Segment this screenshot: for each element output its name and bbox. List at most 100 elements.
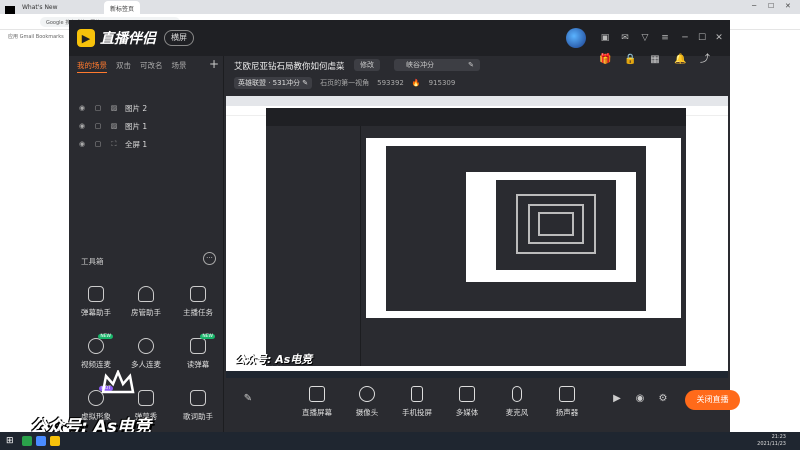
tool-multi-mic[interactable]: 多人连麦 bbox=[121, 338, 171, 370]
maximize-icon[interactable]: ☐ bbox=[768, 2, 774, 10]
lock-icon[interactable]: ▢ bbox=[93, 140, 103, 148]
frame bbox=[538, 212, 574, 236]
clock-date: 2021/11/23 bbox=[757, 441, 786, 447]
settings-icon[interactable]: ⚙ bbox=[657, 393, 669, 405]
tab-scene-3[interactable]: 可改名 bbox=[140, 60, 163, 73]
menu-icon[interactable]: ≡ bbox=[659, 32, 671, 44]
danmaku-show-icon bbox=[138, 390, 154, 406]
game-tag[interactable]: 英雄联盟 · 531冲分 ✎ bbox=[234, 77, 313, 89]
preview-nested-screen bbox=[366, 138, 681, 318]
preview-nested-screen-2 bbox=[466, 172, 636, 282]
tool-read-danmaku[interactable]: NEW 读弹幕 bbox=[173, 334, 223, 370]
tool-camera[interactable]: 摄像头 bbox=[342, 386, 392, 418]
left-panel: 我的场景 双击 可改名 场景 + ◉ ▢ ▨ 图片 2 ◉ ▢ ▨ 图片 1 ◉… bbox=[69, 56, 224, 432]
layer-item[interactable]: ◉ ▢ ▨ 图片 1 bbox=[77, 118, 147, 134]
heat-value: 915309 bbox=[428, 79, 456, 87]
speaker-icon bbox=[559, 386, 575, 402]
eye-icon[interactable]: ◉ bbox=[634, 393, 646, 405]
tool-label: 房管助手 bbox=[131, 308, 161, 317]
windows-start-icon[interactable]: ⊞ bbox=[6, 436, 16, 446]
category-field[interactable]: 峡谷冲分 ✎ bbox=[394, 59, 480, 71]
stream-preview[interactable]: 公众号: As电竞 手游端游PW尽在掌握 bbox=[226, 96, 728, 378]
tool-admin-helper[interactable]: 房管助手 bbox=[121, 286, 171, 318]
tool-video-mic[interactable]: NEW 视频连麦 bbox=[71, 334, 121, 370]
folder-icon[interactable] bbox=[50, 436, 60, 446]
layer-label: 图片 1 bbox=[125, 121, 148, 131]
tool-lyrics-helper[interactable]: 歌词助手 bbox=[173, 390, 223, 422]
close-icon[interactable]: ✕ bbox=[785, 2, 791, 10]
fullscreen-icon: ⛶ bbox=[111, 139, 117, 148]
lyrics-icon bbox=[190, 390, 206, 406]
lock-icon[interactable]: 🔒 bbox=[624, 54, 636, 66]
add-scene-icon[interactable]: + bbox=[209, 57, 219, 71]
browser-tab-whats-new[interactable]: What's New bbox=[16, 1, 64, 14]
gift-icon[interactable]: 🎁 bbox=[599, 54, 611, 66]
edit-title-button[interactable]: 修改 bbox=[354, 59, 380, 71]
layer-item[interactable]: ◉ ▢ ▨ 图片 2 bbox=[77, 100, 147, 116]
tool-speaker[interactable]: 扬声器 bbox=[542, 386, 592, 418]
orientation-mode-button[interactable]: 横屏 bbox=[164, 30, 194, 46]
close-icon[interactable]: ✕ bbox=[713, 32, 725, 44]
taskbar-clock: 21:23 2021/11/23 bbox=[757, 434, 786, 448]
minimize-icon[interactable]: ─ bbox=[679, 32, 691, 44]
preview-nested-app-2 bbox=[496, 180, 616, 270]
app-window: ▶ 直播伴侣 横屏 ▣ ✉ ▽ ≡ ─ ☐ ✕ 我的场景 双击 可改名 场景 +… bbox=[69, 20, 740, 432]
mail-icon[interactable]: ✉ bbox=[619, 32, 631, 44]
tool-microphone[interactable]: 麦克风 bbox=[492, 386, 542, 418]
lock-icon[interactable]: ▢ bbox=[93, 104, 103, 112]
stop-live-button[interactable]: 关闭直播 bbox=[685, 390, 740, 410]
brush-icon[interactable]: ✎ bbox=[242, 393, 254, 405]
game-tag-label: 英雄联盟 · 531冲分 bbox=[238, 79, 301, 87]
phone-cast-icon bbox=[411, 386, 423, 402]
preview-taskbar bbox=[226, 371, 728, 378]
visibility-icon[interactable]: ◉ bbox=[77, 140, 87, 148]
wechat-icon[interactable] bbox=[22, 436, 32, 446]
bottom-tool-label: 摄像头 bbox=[355, 408, 379, 417]
minimize-icon[interactable]: ─ bbox=[752, 2, 756, 10]
layer-item[interactable]: ◉ ▢ ⛶ 全屏 1 bbox=[77, 136, 147, 152]
media-icon bbox=[459, 386, 475, 402]
tool-phone-cast[interactable]: 手机投屏 bbox=[392, 386, 442, 418]
browser-tab-new-tab[interactable]: 新标签页 bbox=[104, 1, 141, 14]
bell-icon[interactable]: 🔔 bbox=[674, 54, 686, 66]
crown-icon bbox=[101, 370, 135, 394]
layout-icon[interactable]: ▦ bbox=[649, 54, 661, 66]
bottom-toolbar: ✎ 直播屏幕 摄像头 手机投屏 多媒体 麦克风 扬声器 ▶ ◉ ⚙ 关闭直播 bbox=[224, 378, 740, 432]
more-icon[interactable]: ··· bbox=[203, 252, 216, 265]
clock-time: 21:23 bbox=[771, 434, 786, 440]
visibility-icon[interactable]: ◉ bbox=[77, 122, 87, 130]
tool-media[interactable]: 多媒体 bbox=[442, 386, 492, 418]
stream-meta: 英雄联盟 · 531冲分 ✎ 石页的第一视角 593392 🔥 915309 bbox=[234, 77, 455, 89]
visibility-icon[interactable]: ◉ bbox=[77, 104, 87, 112]
record-icon[interactable]: ▶ bbox=[611, 393, 623, 405]
skin-icon[interactable]: ▽ bbox=[639, 32, 651, 44]
screen-icon bbox=[309, 386, 325, 402]
tool-label: 多人连麦 bbox=[131, 360, 161, 369]
tool-label: 弹幕助手 bbox=[81, 308, 111, 317]
tool-danmaku-helper[interactable]: 弹幕助手 bbox=[71, 286, 121, 318]
stream-title: 艾欧尼亚钻石局教你如何虐菜 bbox=[234, 62, 345, 72]
microphone-icon bbox=[512, 386, 522, 402]
tab-scene-4[interactable]: 场景 bbox=[172, 60, 187, 73]
tool-host-tasks[interactable]: 主播任务 bbox=[173, 286, 223, 318]
message-icon[interactable]: ▣ bbox=[599, 32, 611, 44]
toolbox-header: 工具箱 bbox=[81, 257, 104, 266]
avatar[interactable] bbox=[566, 28, 586, 48]
scene-tabs: 我的场景 双击 可改名 场景 bbox=[77, 60, 187, 73]
admin-icon bbox=[138, 286, 154, 302]
task-icon bbox=[190, 286, 206, 302]
tab-my-scenes[interactable]: 我的场景 bbox=[77, 60, 107, 73]
tool-screen[interactable]: 直播屏幕 bbox=[292, 386, 342, 418]
layer-label: 全屏 1 bbox=[125, 139, 148, 149]
chrome-icon[interactable] bbox=[36, 436, 46, 446]
share-icon[interactable]: ⤴ bbox=[699, 54, 711, 66]
image-icon: ▨ bbox=[110, 122, 118, 130]
camera-icon bbox=[359, 386, 375, 402]
app-logo: ▶ 直播伴侣 bbox=[77, 28, 156, 48]
tab-scene-2[interactable]: 双击 bbox=[116, 60, 131, 73]
danmaku-icon bbox=[88, 286, 104, 302]
lock-icon[interactable]: ▢ bbox=[93, 122, 103, 130]
maximize-icon[interactable]: ☐ bbox=[696, 32, 708, 44]
app-titlebar: ▶ 直播伴侣 横屏 ▣ ✉ ▽ ≡ ─ ☐ ✕ bbox=[69, 20, 730, 56]
preview-bottom-bar bbox=[366, 330, 681, 364]
